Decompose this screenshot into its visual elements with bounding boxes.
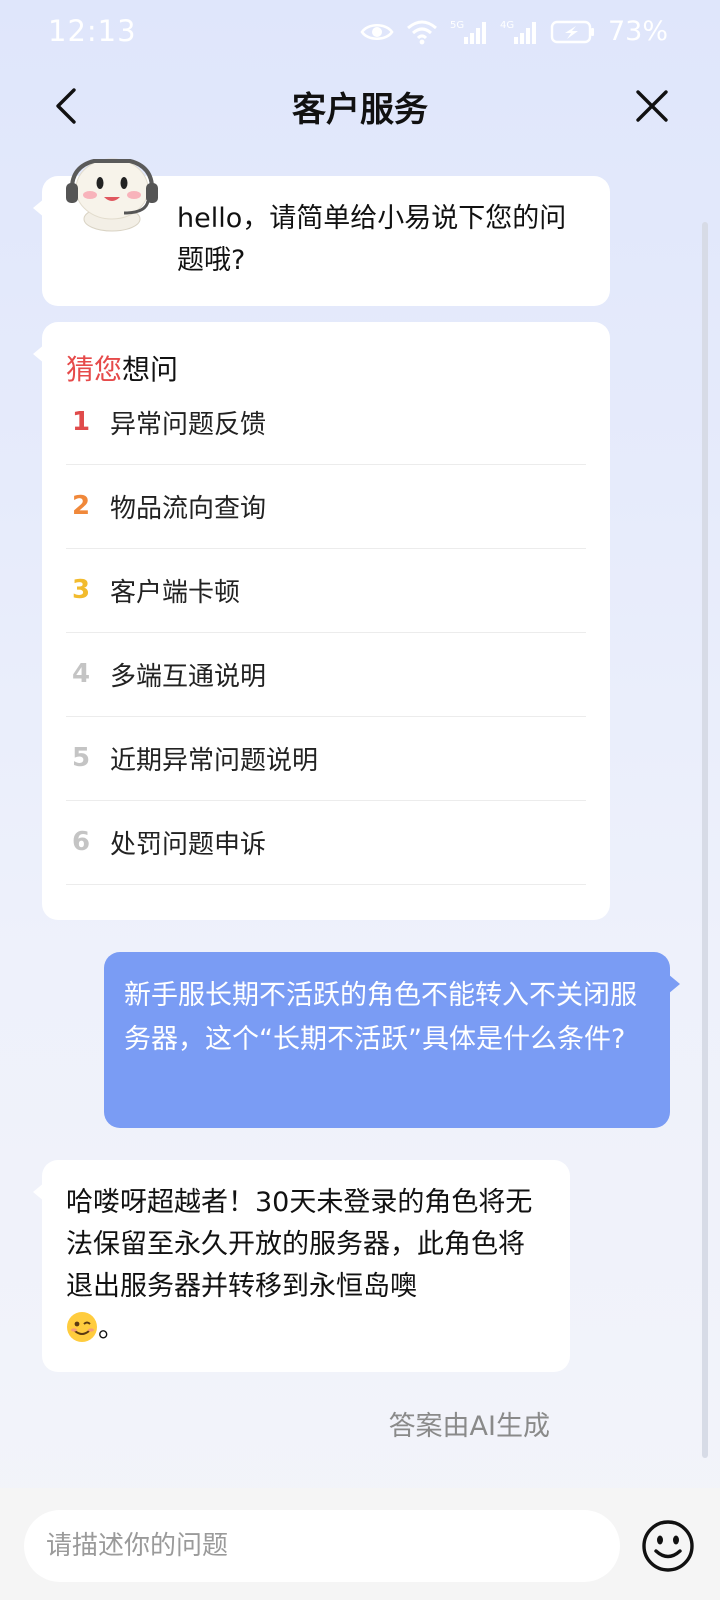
- signal-4g-icon: 4G: [500, 20, 536, 44]
- wink-emoji-icon: [67, 1312, 97, 1342]
- user-message-text: 新手服长期不活跃的角色不能转入不关闭服务器，这个“长期不活跃”具体是什么条件?: [124, 980, 637, 1055]
- header-bar: 客户服务: [0, 68, 720, 144]
- bot-reply-text: 哈喽呀超越者！30天未登录的角色将无法保留至永久开放的服务器，此角色将退出服务器…: [66, 1187, 533, 1302]
- close-icon[interactable]: [632, 86, 672, 126]
- page-title: 客户服务: [292, 90, 428, 130]
- faq-item-label: 客户端卡顿: [110, 577, 241, 608]
- eye-icon: [360, 23, 394, 40]
- faq-item-number: 1: [72, 407, 91, 437]
- faq-item-label: 异常问题反馈: [110, 409, 267, 440]
- faq-item-label: 处罚问题申诉: [110, 829, 267, 860]
- faq-card: 猜您想问 1 异常问题反馈 2 物品流向查询 3 客户端卡顿 4 多端互通说明 …: [33, 322, 610, 920]
- faq-item-label: 物品流向查询: [110, 493, 267, 524]
- signal-5g-label: 5G: [450, 20, 464, 31]
- battery-percent: 73%: [607, 16, 668, 47]
- wifi-icon: [407, 20, 437, 44]
- status-icons: 5G 4G 73%: [360, 16, 668, 47]
- faq-item-number: 2: [72, 491, 91, 521]
- status-bar: 12:13 5G 4G 73%: [0, 0, 720, 68]
- faq-item-number: 4: [72, 659, 91, 689]
- faq-item-1[interactable]: 1 异常问题反馈: [66, 380, 586, 465]
- faq-item-label: 近期异常问题说明: [110, 745, 319, 776]
- faq-item-number: 5: [72, 743, 91, 773]
- signal-4g-label: 4G: [500, 20, 514, 31]
- emoji-icon[interactable]: [640, 1518, 696, 1574]
- faq-item-2[interactable]: 2 物品流向查询: [66, 464, 586, 549]
- battery-icon: [550, 20, 594, 43]
- faq-item-6[interactable]: 6 处罚问题申诉: [66, 800, 586, 885]
- ai-generated-note: 答案由AI生成: [388, 1411, 550, 1442]
- faq-item-label: 多端互通说明: [110, 661, 267, 692]
- greeting-text: hello，请简单给小易说下您的问题哦?: [177, 203, 567, 276]
- status-time: 12:13: [48, 14, 137, 48]
- input-bar: [0, 1488, 720, 1600]
- user-message-bubble: 新手服长期不活跃的角色不能转入不关闭服务器，这个“长期不活跃”具体是什么条件?: [104, 952, 680, 1128]
- bot-reply-suffix: 。: [98, 1313, 125, 1344]
- assistant-avatar-icon: [66, 158, 158, 232]
- faq-item-4[interactable]: 4 多端互通说明: [66, 632, 586, 717]
- faq-item-number: 3: [72, 575, 91, 605]
- bot-reply-content: 哈喽呀超越者！30天未登录的角色将无法保留至永久开放的服务器，此角色将退出服务器…: [66, 1182, 548, 1350]
- signal-5g-icon: 5G: [450, 20, 486, 44]
- faq-item-number: 6: [72, 827, 91, 857]
- faq-item-3[interactable]: 3 客户端卡顿: [66, 548, 586, 633]
- chat-scrollbar[interactable]: [702, 222, 708, 1458]
- bot-reply-bubble: 哈喽呀超越者！30天未登录的角色将无法保留至永久开放的服务器，此角色将退出服务器…: [33, 1160, 570, 1372]
- message-input[interactable]: [24, 1510, 620, 1582]
- faq-item-5[interactable]: 5 近期异常问题说明: [66, 716, 586, 801]
